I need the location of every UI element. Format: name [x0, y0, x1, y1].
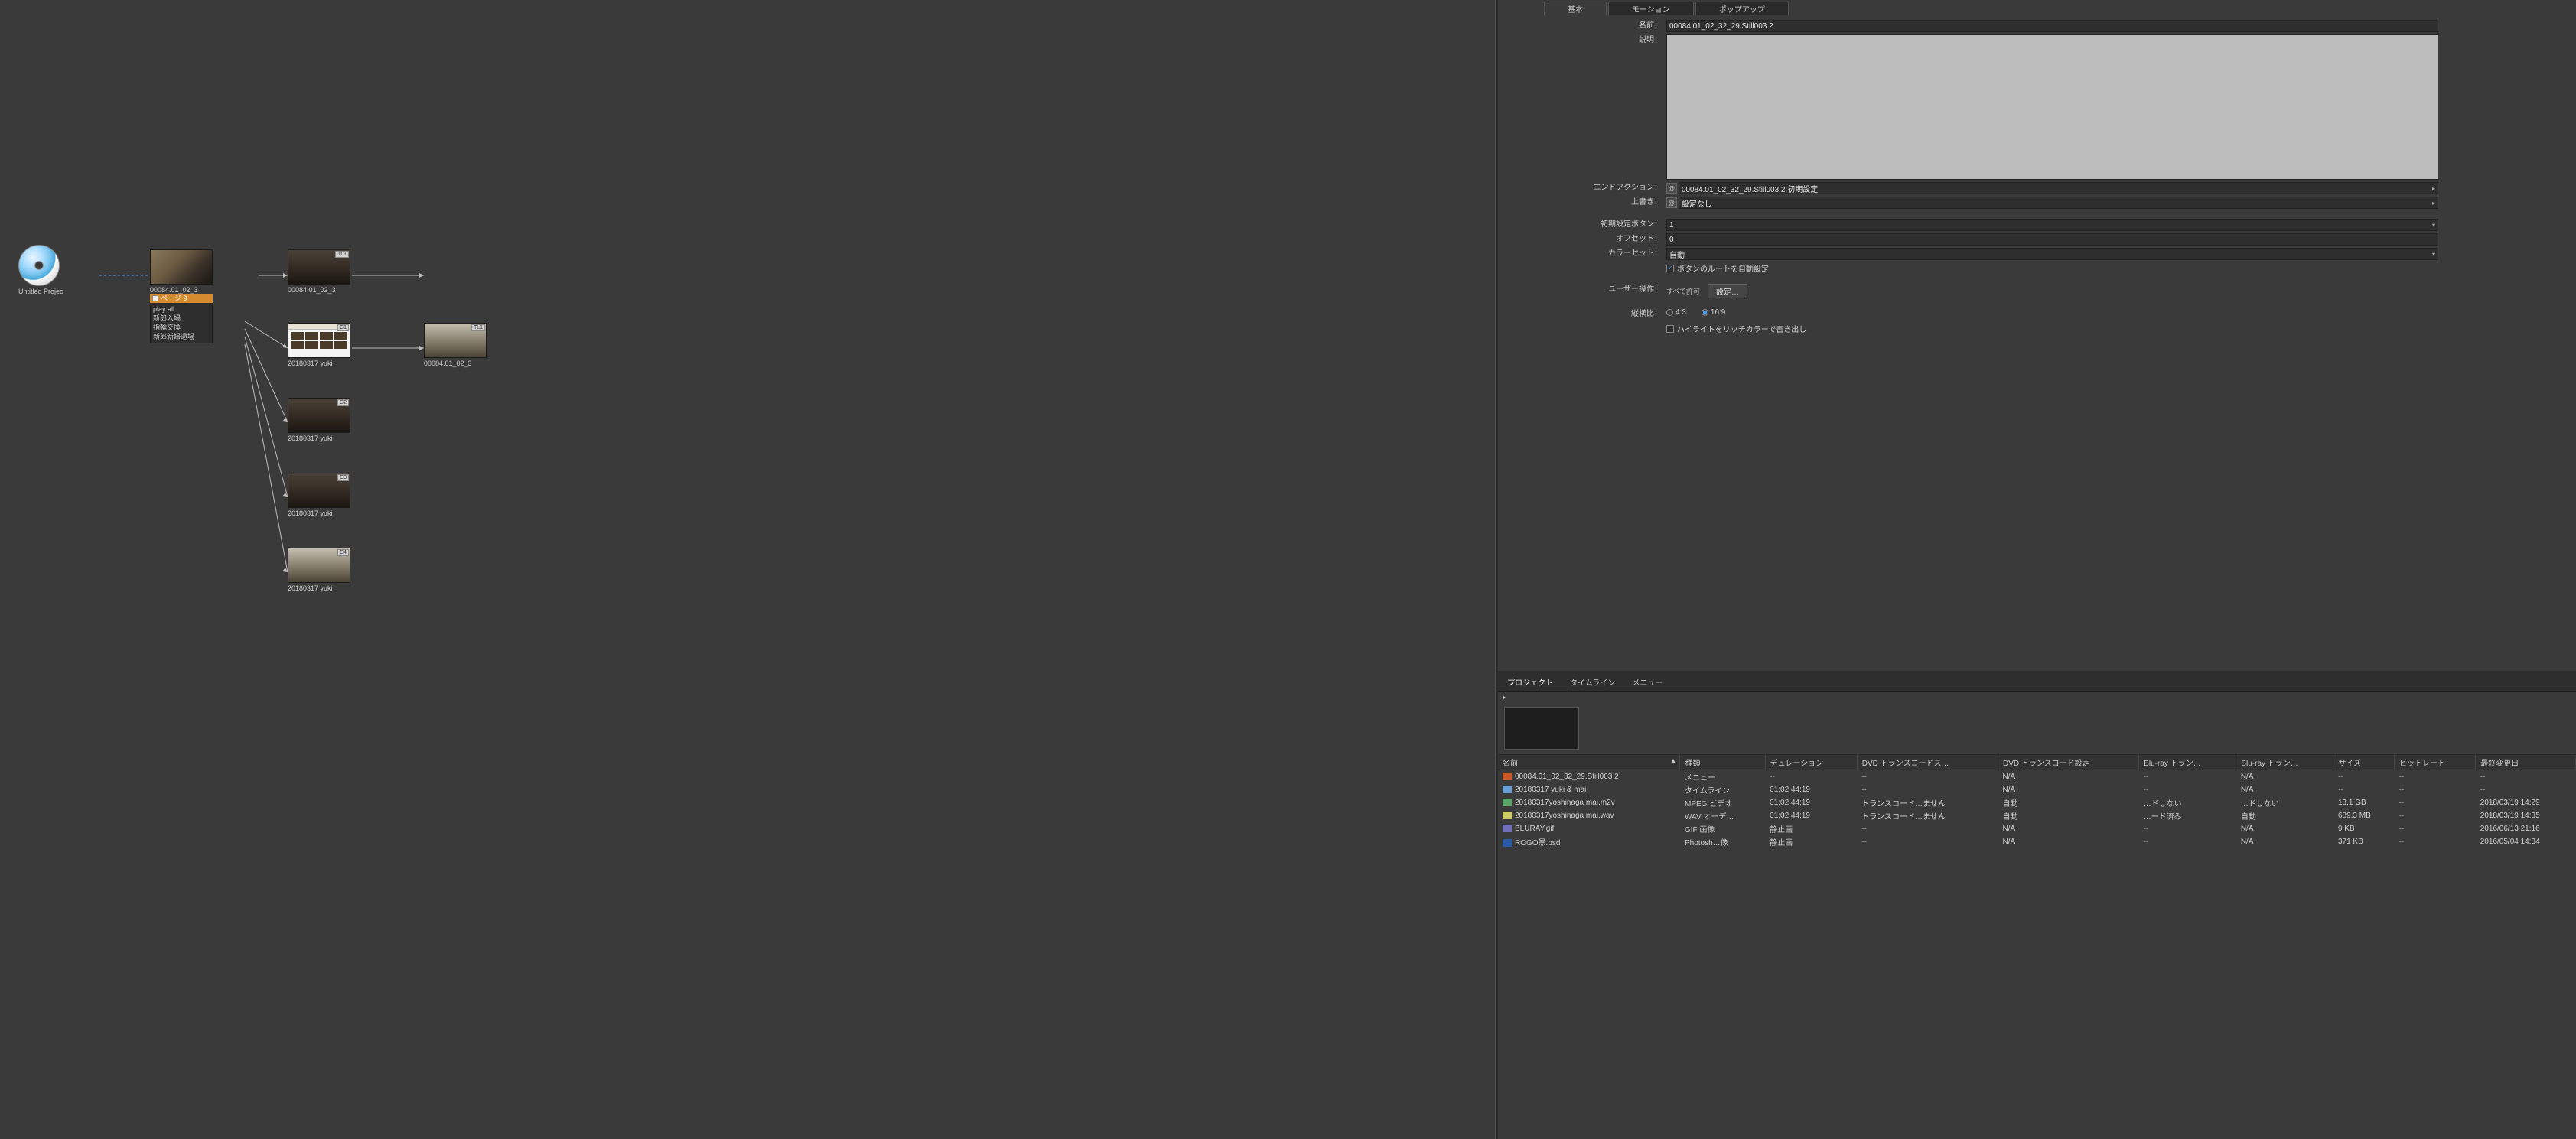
project-panel: プロジェクト タイムライン メニュー 名前 ▴ 種類 デュレーション DVD ト…	[1498, 673, 2576, 1139]
description-textarea[interactable]	[1666, 34, 2438, 180]
highlight-checkbox[interactable]	[1666, 325, 1674, 333]
label-override: 上書き：	[1529, 197, 1666, 209]
asset-preview-thumbnail	[1504, 707, 1579, 750]
timeline-thumbnail: C3	[288, 473, 350, 508]
tab-basic[interactable]: 基本	[1544, 2, 1607, 15]
default-button-dropdown[interactable]: 1▾	[1666, 219, 2438, 231]
col-type[interactable]: 種類	[1680, 755, 1765, 770]
pickwhip-icon[interactable]: @	[1666, 197, 1677, 208]
menu-node[interactable]: 00084.01_02_3 ページ 9 play all 新郎入場 指輪交換 新…	[150, 249, 213, 343]
timeline-node[interactable]: TL1 00084.01_02_3	[424, 323, 487, 367]
col-dvd-status[interactable]: DVD トランスコードス…	[1857, 755, 1998, 770]
label-offset: オフセット：	[1529, 233, 1666, 246]
file-type-icon	[1503, 812, 1512, 819]
col-name[interactable]: 名前 ▴	[1498, 755, 1680, 770]
file-type-icon	[1503, 799, 1512, 806]
menu-list-item[interactable]: 新郎入場	[153, 314, 210, 323]
label-end-action: エンドアクション：	[1529, 182, 1666, 194]
timeline-node[interactable]: C4 20180317 yuki	[288, 548, 350, 592]
label-name: 名前：	[1529, 20, 1666, 32]
color-set-dropdown[interactable]: 自動▾	[1666, 248, 2438, 260]
end-action-dropdown[interactable]: 00084.01_02_32_29.Still003 2:初期設定▸	[1679, 182, 2438, 194]
disc-icon	[18, 245, 60, 286]
panel-tabs: プロジェクト タイムライン メニュー	[1498, 673, 2576, 692]
user-op-settings-button[interactable]: 設定…	[1708, 284, 1747, 298]
tab-menu[interactable]: メニュー	[1629, 675, 1666, 689]
asset-table: 名前 ▴ 種類 デュレーション DVD トランスコードス… DVD トランスコー…	[1498, 755, 2576, 848]
property-tabs: 基本 モーション ポップアップ	[1498, 2, 2576, 15]
timeline-node[interactable]: TL1 00084.01_02_3	[288, 249, 350, 294]
timeline-node-label: 00084.01_02_3	[424, 360, 487, 367]
file-type-icon	[1503, 786, 1512, 793]
label-color-set: カラーセット：	[1529, 248, 1666, 260]
user-op-value: すべて許可	[1666, 286, 1700, 296]
timeline-thumbnail: C2	[288, 398, 350, 433]
timeline-thumbnail: C4	[288, 548, 350, 583]
file-type-icon	[1503, 825, 1512, 832]
col-br-setting[interactable]: Blu-ray トラン…	[2236, 755, 2333, 770]
menu-item-list: play all 新郎入場 指輪交換 新郎新婦退場	[150, 303, 213, 343]
disclosure-icon[interactable]	[1503, 695, 1506, 700]
col-duration[interactable]: デュレーション	[1765, 755, 1857, 770]
aspect-43-radio[interactable]: 4:3	[1666, 308, 1686, 317]
label-aspect: 縦横比：	[1529, 308, 1666, 321]
menu-page-bar: ページ 9	[150, 294, 213, 303]
col-br-status[interactable]: Blu-ray トラン…	[2139, 755, 2236, 770]
override-dropdown[interactable]: 設定なし▸	[1679, 197, 2438, 209]
pickwhip-icon[interactable]: @	[1666, 183, 1677, 194]
timeline-thumbnail: TL1	[288, 249, 350, 285]
timeline-node[interactable]: C2 20180317 yuki	[288, 398, 350, 442]
table-row[interactable]: 00084.01_02_32_29.Still003 2メニュー----N/A-…	[1498, 770, 2576, 784]
label-user-operations: ユーザー操作：	[1529, 284, 1666, 296]
tab-project[interactable]: プロジェクト	[1504, 675, 1556, 689]
auto-route-checkbox[interactable]: ✓	[1666, 265, 1674, 272]
table-row[interactable]: 20180317yoshinaga mai.wavWAV オーデ…01;02;4…	[1498, 809, 2576, 822]
col-dvd-setting[interactable]: DVD トランスコード設定	[1998, 755, 2138, 770]
disc-node-label: Untitled Projec	[18, 288, 64, 295]
connector-lines	[0, 0, 1495, 1139]
menu-list-item[interactable]: 指輪交換	[153, 323, 210, 332]
table-row[interactable]: ROGO黒.psdPhotosh…像静止画--N/A--N/A371 KB--2…	[1498, 835, 2576, 848]
offset-input[interactable]	[1666, 233, 2438, 246]
timeline-node[interactable]: C3 20180317 yuki	[288, 473, 350, 517]
col-modified[interactable]: 最終変更日	[2476, 755, 2576, 770]
table-row[interactable]: 20180317yoshinaga mai.m2vMPEG ビデオ01;02;4…	[1498, 796, 2576, 809]
chapter-node-label: 20180317 yuki	[288, 360, 350, 367]
timeline-node-label: 20180317 yuki	[288, 509, 350, 517]
file-type-icon	[1503, 773, 1512, 780]
tab-motion[interactable]: モーション	[1608, 2, 1694, 15]
chapter-menu-node[interactable]: C1 20180317 yuki	[288, 323, 350, 367]
label-description: 説明：	[1529, 34, 1666, 47]
menu-thumbnail	[150, 249, 213, 285]
disc-node[interactable]: Untitled Projec	[18, 245, 64, 291]
menu-list-item[interactable]: play all	[153, 304, 210, 314]
timeline-node-label: 20180317 yuki	[288, 434, 350, 442]
label-default-button: 初期設定ボタン：	[1529, 219, 1666, 231]
tab-popup[interactable]: ポップアップ	[1695, 2, 1789, 15]
chapter-thumbnail: C1	[288, 323, 350, 358]
file-type-icon	[1503, 839, 1512, 847]
tab-timeline[interactable]: タイムライン	[1567, 675, 1618, 689]
label-highlight: ハイライトをリッチカラーで書き出し	[1677, 323, 1806, 334]
timeline-thumbnail: TL1	[424, 323, 487, 358]
flowchart-panel[interactable]: Untitled Projec 00084.01_02_3 ページ 9 play…	[0, 0, 1496, 1139]
right-panel: 基本 モーション ポップアップ 名前： 説明： エンドアクション： @ 0008…	[1496, 0, 2576, 1139]
col-size[interactable]: サイズ	[2333, 755, 2395, 770]
name-input[interactable]	[1666, 20, 2438, 32]
label-auto-route: ボタンのルートを自動設定	[1677, 262, 1769, 274]
table-row[interactable]: BLURAY.gifGIF 画像静止画--N/A--N/A9 KB--2016/…	[1498, 822, 2576, 835]
asset-preview-area	[1498, 702, 2576, 755]
menu-node-label: 00084.01_02_3	[150, 286, 213, 294]
timeline-node-label: 20180317 yuki	[288, 584, 350, 592]
properties-panel: 基本 モーション ポップアップ 名前： 説明： エンドアクション： @ 0008…	[1498, 0, 2576, 673]
col-bitrate[interactable]: ビットレート	[2395, 755, 2476, 770]
property-form: 名前： 説明： エンドアクション： @ 00084.01_02_32_29.St…	[1498, 15, 2576, 341]
timeline-node-label: 00084.01_02_3	[288, 286, 350, 294]
aspect-169-radio[interactable]: 16:9	[1702, 308, 1725, 317]
table-row[interactable]: 20180317 yuki & maiタイムライン01;02;44;19--N/…	[1498, 783, 2576, 796]
menu-list-item[interactable]: 新郎新婦退場	[153, 332, 210, 341]
